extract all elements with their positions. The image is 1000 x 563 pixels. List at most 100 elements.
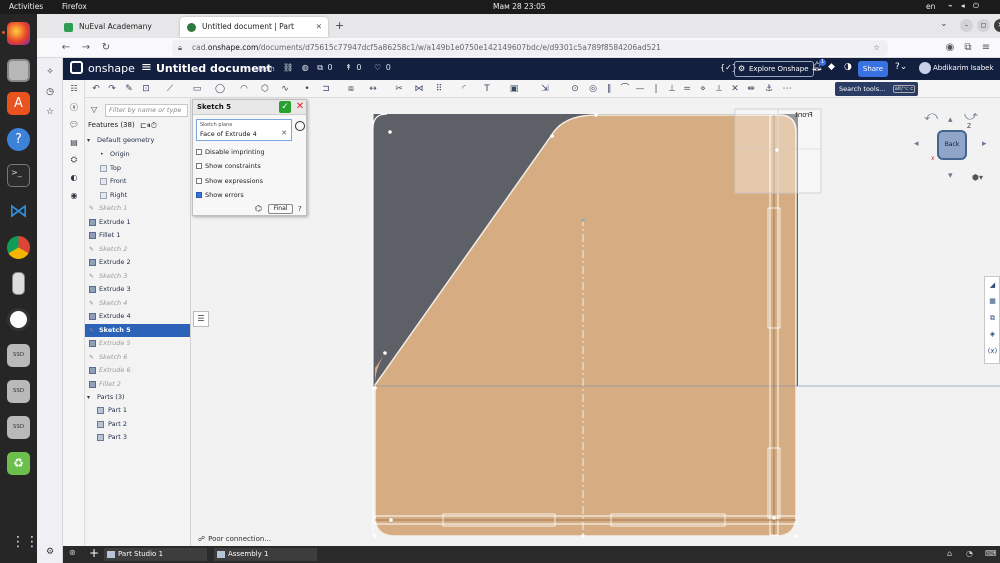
bookmark-star-icon[interactable]: ☆ [873, 40, 880, 56]
circle-tool-icon[interactable]: ◯ [214, 83, 226, 95]
avatar[interactable] [919, 62, 931, 74]
arrow-right-icon[interactable]: ▸ [982, 139, 987, 149]
appstore-icon[interactable]: ◑ [844, 62, 852, 72]
close-window-icon[interactable]: ✕ [994, 19, 1000, 32]
tangent-icon[interactable]: ⌒ [619, 83, 631, 95]
phone-icon[interactable] [12, 272, 25, 295]
tab-manager-icon[interactable]: ⊛ [69, 548, 76, 557]
camera-icon[interactable] [7, 308, 30, 331]
undo-icon[interactable]: ↶ [90, 83, 102, 95]
feature-item-sketch-3[interactable]: ✎ Sketch 3 [85, 270, 190, 283]
sketch-point[interactable] [775, 148, 779, 152]
new-tab-icon[interactable]: + [335, 19, 344, 32]
firefox-icon[interactable] [7, 22, 30, 45]
comments-panel-icon[interactable]: 💬︎ [68, 119, 80, 131]
feature-item-top[interactable]: Top [85, 162, 190, 175]
explore-onshape-button[interactable]: Explore Onshape [734, 61, 814, 77]
sketch-point[interactable] [772, 516, 776, 520]
features-header[interactable]: Features (38) [88, 121, 135, 129]
sketch-point[interactable] [383, 351, 387, 355]
appearance-panel-icon[interactable]: ◐ [68, 172, 80, 184]
feature-item-sketch-1[interactable]: ✎ Sketch 1 [85, 202, 190, 215]
browser-tab-active[interactable]: Untitled document | Part ✕ [180, 17, 328, 37]
filter-icon[interactable]: ▽ [91, 105, 97, 114]
rotate-left-icon[interactable]: ⤺ [924, 109, 938, 124]
workspace-name[interactable]: Main [258, 65, 275, 73]
checkbox[interactable] [196, 191, 202, 198]
onshape-brand[interactable]: onshape [88, 62, 135, 75]
rectangle-tool-icon[interactable]: ▭ [191, 83, 203, 95]
feature-list-toggle-icon[interactable]: ☰ [193, 311, 209, 327]
document-menu-icon[interactable]: ≡ [141, 60, 152, 75]
feature-item-extrude-6[interactable]: Extrude 6 [85, 364, 190, 377]
sketch-option[interactable]: Disable imprinting [196, 147, 265, 157]
coincident-icon[interactable]: ⊙ [569, 83, 581, 95]
tab-part-studio[interactable]: Part Studio 1 [104, 548, 207, 561]
variables-panel-icon[interactable]: ⓧ [68, 102, 80, 114]
versions-icon[interactable]: ⧉ 0 [317, 63, 336, 72]
user-name[interactable]: Abdikarim Isabek [933, 64, 994, 72]
feature-item-extrude-1[interactable]: Extrude 1 [85, 216, 190, 229]
3d-viewport[interactable] [191, 98, 1000, 546]
show-apps-icon[interactable]: ⋮⋮⋮ [11, 535, 53, 550]
onshape-logo-icon[interactable] [70, 61, 83, 74]
symmetric-icon[interactable]: ⇹ [745, 83, 757, 95]
perpendicular-icon[interactable]: ⊥ [666, 83, 678, 95]
feature-item-front[interactable]: Front [85, 175, 190, 188]
chevron-down-icon[interactable]: ▾ [87, 137, 94, 144]
transform-icon[interactable]: ⇲ [539, 83, 551, 95]
learning-icon[interactable]: ◆ [828, 62, 835, 72]
sketch-plane-field[interactable]: Sketch plane Face of Extrude 4 ✕ [196, 119, 292, 141]
mirror-icon[interactable]: ⋈ [413, 83, 425, 95]
part-item[interactable]: Part 2 [85, 418, 190, 431]
feature-item-right[interactable]: Right [85, 189, 190, 202]
final-button[interactable]: Final [268, 204, 293, 214]
sidebar-settings-icon[interactable]: ⚙ [44, 546, 56, 558]
drive-ssd-icon[interactable]: SSD [7, 344, 30, 367]
checkbox[interactable] [196, 177, 202, 184]
sketch-option[interactable]: Show constraints [196, 161, 261, 171]
bom-panel-icon[interactable]: ▤ [68, 137, 80, 149]
help-icon[interactable]: ? [7, 128, 30, 151]
feature-item-extrude-4[interactable]: Extrude 4 [85, 310, 190, 323]
help-icon[interactable]: ? [298, 205, 306, 213]
sketch-point[interactable] [794, 534, 798, 538]
sketch-point[interactable] [581, 534, 585, 538]
fillet-sketch-icon[interactable]: ◜ [458, 83, 470, 95]
view-cube[interactable]: ⤺ ⤻ ▴ ◂ ▸ ▾ Z x Back ⬢▾ [912, 103, 992, 188]
feature-list-panel-icon[interactable]: ☷ [68, 83, 80, 95]
keyboard-layout[interactable]: en [926, 2, 935, 11]
history-clock-icon[interactable] [295, 121, 305, 131]
software-store-icon[interactable]: A [7, 92, 30, 115]
reload-icon[interactable]: ↻ [99, 41, 113, 55]
extensions-icon[interactable]: ⧉ [961, 41, 975, 55]
construction-icon[interactable]: • [301, 83, 313, 95]
arrow-up-icon[interactable]: ▴ [948, 115, 953, 125]
measure-tool-icon[interactable]: ▦ [987, 296, 998, 307]
checkbox[interactable] [196, 149, 202, 155]
polygon-tool-icon[interactable]: ⬡ [259, 83, 271, 95]
section-tool-icon[interactable]: ⧉ [987, 313, 998, 324]
line-tool-icon[interactable]: ⟋ [164, 83, 176, 95]
files-icon[interactable] [7, 59, 30, 82]
arrow-left-icon[interactable]: ◂ [914, 139, 919, 149]
sketch-point[interactable] [581, 218, 585, 222]
dimension-icon[interactable]: ↔ [367, 83, 379, 95]
feature-item-sketch-5[interactable]: ✎ Sketch 5 [85, 323, 190, 337]
feature-item-fillet-1[interactable]: Fillet 1 [85, 229, 190, 242]
parallel-icon[interactable]: ∥ [603, 83, 615, 95]
add-element-icon[interactable]: + [89, 546, 99, 560]
sketch-option[interactable]: Show errors [196, 190, 244, 200]
cancel-x-icon[interactable]: ✕ [295, 101, 305, 113]
variables-tool-icon[interactable]: (x) [987, 346, 998, 357]
trim-icon[interactable]: ✂ [393, 83, 405, 95]
feature-item-origin[interactable]: • Origin [85, 148, 190, 161]
document-title[interactable]: Untitled document [156, 62, 272, 75]
arc-tool-icon[interactable]: ◠ [238, 83, 250, 95]
feature-item-extrude-5[interactable]: Extrude 5 [85, 337, 190, 350]
folder-icon[interactable]: ⊏ [140, 121, 147, 130]
use-icon[interactable]: ⧈ [345, 83, 357, 95]
speed-icon[interactable]: ◔ [966, 549, 973, 558]
bookmarks-icon[interactable]: ☆ [44, 106, 56, 118]
keyboard-icon[interactable]: ⌨ [985, 549, 997, 558]
